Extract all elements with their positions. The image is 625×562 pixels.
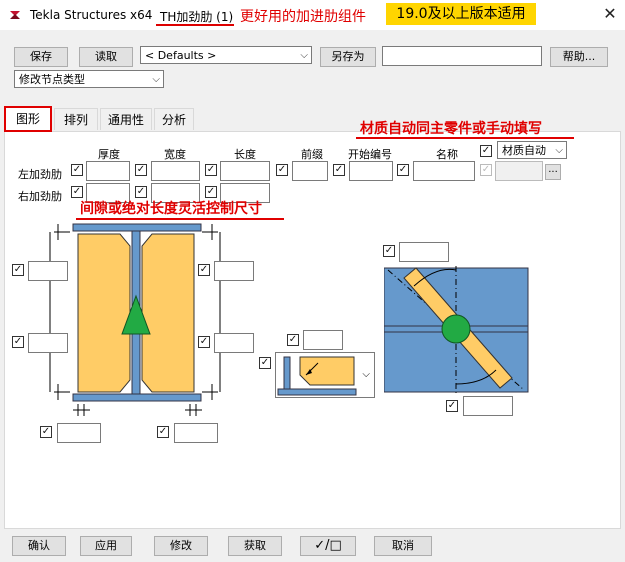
rotation-offset-input[interactable] [463, 396, 513, 416]
app-title: Tekla Structures x64 [30, 8, 153, 22]
left-width-input[interactable] [151, 161, 200, 181]
left-material-checkbox[interactable]: ✓ [480, 164, 492, 176]
top-right-gap-input[interactable] [214, 261, 254, 281]
angle-input[interactable] [399, 242, 449, 262]
material-checkbox[interactable]: ✓ [480, 145, 492, 157]
save-as-input[interactable] [382, 46, 542, 66]
row-right-label: 右加劲肋 [18, 190, 62, 203]
chevron-down-icon: ⌵ [555, 145, 563, 156]
stiffener-diagram [49, 223, 221, 416]
left-prefix-input[interactable] [292, 161, 328, 181]
left-offset-input[interactable] [57, 423, 101, 443]
tab-analysis[interactable]: 分析 [154, 108, 194, 130]
top-left-gap-input[interactable] [28, 261, 68, 281]
cancel-button[interactable]: 取消 [374, 536, 432, 556]
modify-button[interactable]: 修改 [154, 536, 208, 556]
rotation-diagram [384, 266, 529, 394]
left-width-checkbox[interactable]: ✓ [135, 164, 147, 176]
preset-select[interactable]: < Defaults > ⌵ [140, 46, 312, 64]
material-select[interactable]: 材质自动 ⌵ [497, 141, 567, 159]
version-badge: 19.0及以上版本适用 [386, 3, 536, 25]
right-offset-checkbox[interactable]: ✓ [157, 426, 169, 438]
save-button[interactable]: 保存 [14, 47, 68, 67]
chevron-down-icon: ⌵ [300, 50, 308, 61]
ok-button[interactable]: 确认 [12, 536, 66, 556]
top-left-gap-checkbox[interactable]: ✓ [12, 264, 24, 276]
close-icon[interactable]: ✕ [600, 4, 620, 24]
get-button[interactable]: 获取 [228, 536, 282, 556]
bottom-right-gap-checkbox[interactable]: ✓ [198, 336, 210, 348]
chevron-down-icon: ⌵ [362, 369, 370, 380]
chamfer-checkbox[interactable]: ✓ [287, 334, 299, 346]
help-button[interactable]: 帮助... [550, 47, 608, 67]
chevron-down-icon: ⌵ [152, 74, 160, 85]
save-as-button[interactable]: 另存为 [320, 47, 376, 67]
top-right-gap-checkbox[interactable]: ✓ [198, 264, 210, 276]
left-offset-checkbox[interactable]: ✓ [40, 426, 52, 438]
right-length-checkbox[interactable]: ✓ [205, 186, 217, 198]
header-start-number: 开始编号 [348, 148, 392, 161]
left-length-input[interactable] [220, 161, 270, 181]
read-button[interactable]: 读取 [79, 47, 133, 67]
chamfer-preview [277, 356, 357, 396]
header-prefix: 前缀 [301, 148, 323, 161]
left-thickness-input[interactable] [86, 161, 130, 181]
chamfer-input[interactable] [303, 330, 343, 350]
left-length-checkbox[interactable]: ✓ [205, 164, 217, 176]
preset-value: < Defaults > [145, 49, 217, 62]
material-value: 材质自动 [502, 144, 546, 157]
node-type-select[interactable]: 修改节点类型 ⌵ [14, 70, 164, 88]
left-name-checkbox[interactable]: ✓ [397, 164, 409, 176]
tekla-logo-icon [8, 8, 22, 22]
promo-tag: 更好用的加进肋组件 [240, 9, 366, 25]
left-prefix-checkbox[interactable]: ✓ [276, 164, 288, 176]
tab-shape[interactable]: 图形 [4, 106, 52, 132]
left-thickness-checkbox[interactable]: ✓ [71, 164, 83, 176]
right-thickness-checkbox[interactable]: ✓ [71, 186, 83, 198]
bottom-left-gap-checkbox[interactable]: ✓ [12, 336, 24, 348]
bottom-left-gap-input[interactable] [28, 333, 68, 353]
tab-general[interactable]: 通用性 [100, 108, 152, 130]
chamfer-type-select[interactable]: ⌵ [275, 352, 375, 398]
header-length: 长度 [234, 148, 256, 161]
header-thickness: 厚度 [98, 148, 120, 161]
apply-button[interactable]: 应用 [80, 536, 132, 556]
left-start-number-checkbox[interactable]: ✓ [333, 164, 345, 176]
tab-arrangement[interactable]: 排列 [54, 108, 98, 130]
header-width: 宽度 [164, 148, 186, 161]
left-name-input[interactable] [413, 161, 475, 181]
rotation-offset-checkbox[interactable]: ✓ [446, 400, 458, 412]
component-title: TH加劲肋 (1) [160, 10, 234, 24]
bottom-right-gap-input[interactable] [214, 333, 254, 353]
material-annotation: 材质自动同主零件或手动填写 [360, 121, 542, 137]
right-width-checkbox[interactable]: ✓ [135, 186, 147, 198]
left-material-input[interactable] [495, 161, 543, 181]
ellipsis-icon[interactable]: ... [545, 164, 561, 180]
title-underline [156, 24, 234, 26]
header-name: 名称 [436, 148, 458, 161]
annotation-underline [356, 137, 574, 139]
row-left-label: 左加劲肋 [18, 168, 62, 181]
chamfer-type-checkbox[interactable]: ✓ [259, 357, 271, 369]
toggle-checkboxes-button[interactable]: ✓/□ [300, 536, 356, 556]
left-start-number-input[interactable] [349, 161, 393, 181]
node-type-value: 修改节点类型 [19, 73, 85, 86]
gap-annotation: 间隙或绝对长度灵活控制尺寸 [80, 201, 262, 217]
right-offset-input[interactable] [174, 423, 218, 443]
angle-checkbox[interactable]: ✓ [383, 245, 395, 257]
